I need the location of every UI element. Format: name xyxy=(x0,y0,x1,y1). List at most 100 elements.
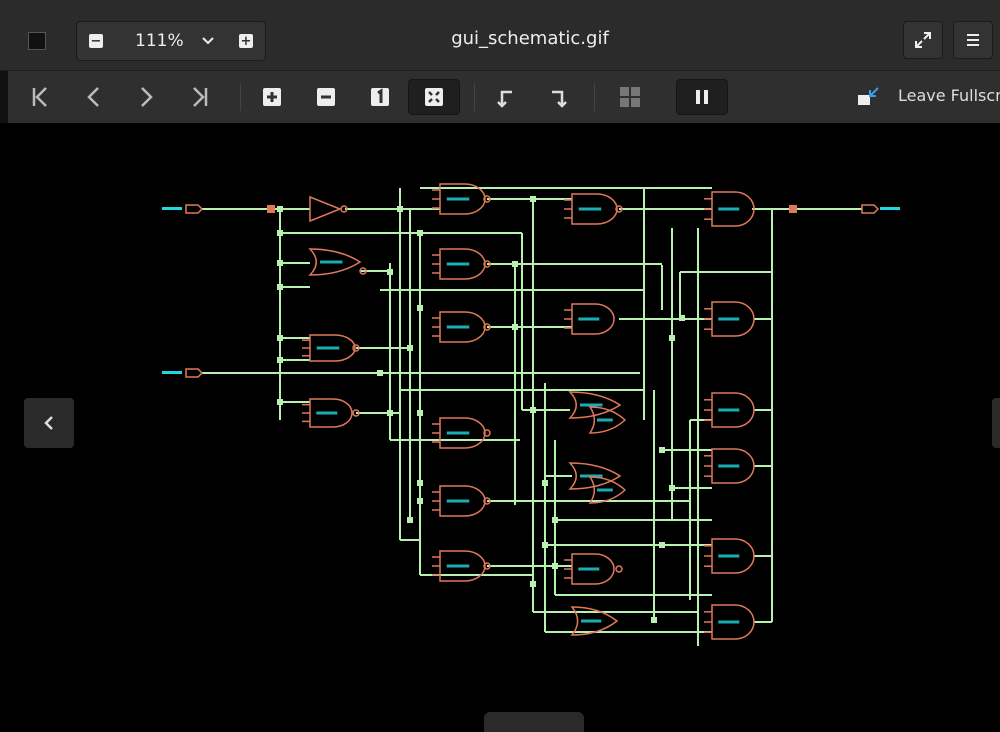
zoom-out-button[interactable]: − xyxy=(77,22,115,60)
junction-dot xyxy=(387,269,393,275)
toolbar-separator xyxy=(474,83,475,111)
next-image-overlay-button[interactable] xyxy=(992,398,1000,448)
junction-dot xyxy=(407,345,413,351)
previous-image-icon xyxy=(87,87,99,107)
junction-dot xyxy=(512,324,518,330)
bottom-overlay-controls[interactable] xyxy=(484,712,584,732)
junction-dot xyxy=(377,370,383,376)
gate-label xyxy=(316,411,338,415)
pin-marker xyxy=(267,205,275,213)
gate-label xyxy=(597,418,613,422)
junction-dot xyxy=(417,230,423,236)
gate-label xyxy=(446,431,470,435)
pause-slideshow-button[interactable] xyxy=(676,79,728,115)
expand-arrows-icon xyxy=(915,32,931,48)
last-image-icon xyxy=(193,87,208,107)
gate-label xyxy=(446,499,470,503)
leave-fullscreen-button[interactable]: Leave Fullscr xyxy=(898,86,1000,105)
gate-label xyxy=(718,408,740,412)
rotate-right-button[interactable] xyxy=(542,79,578,115)
previous-image-button[interactable] xyxy=(76,79,112,115)
viewer-toolbar: Leave Fullscr xyxy=(8,71,1000,124)
fullscreen-button[interactable] xyxy=(903,21,943,59)
port-label xyxy=(880,207,900,210)
previous-image-overlay-button[interactable] xyxy=(24,398,74,448)
zoom-in-icon xyxy=(263,88,281,106)
junction-dot xyxy=(552,517,558,523)
junction-dot xyxy=(669,485,675,491)
rotate-left-icon xyxy=(497,90,512,108)
junction-dot xyxy=(669,335,675,341)
junction-dot xyxy=(552,563,558,569)
zoom-in-tool-button[interactable] xyxy=(254,79,290,115)
first-image-icon xyxy=(32,87,47,107)
hamburger-menu-icon xyxy=(967,34,979,46)
logic-gate xyxy=(309,195,343,223)
zoom-control: − 111% + xyxy=(76,21,266,61)
junction-dot xyxy=(659,542,665,548)
gate-label xyxy=(718,207,740,211)
junction-dot xyxy=(659,447,665,453)
junction-dot xyxy=(679,315,685,321)
rotate-right-icon xyxy=(552,90,567,108)
gate-label xyxy=(578,207,602,211)
zoom-out-tool-button[interactable] xyxy=(308,79,344,115)
io-port xyxy=(861,204,880,214)
junction-dot xyxy=(542,480,548,486)
gate-label xyxy=(718,317,740,321)
chevron-left-icon xyxy=(44,416,53,430)
io-port xyxy=(185,204,204,214)
gate-label xyxy=(580,403,603,407)
last-image-button[interactable] xyxy=(182,79,218,115)
gate-label xyxy=(718,620,740,624)
gate-label xyxy=(581,619,602,623)
menu-button[interactable] xyxy=(953,21,993,59)
rotate-left-button[interactable] xyxy=(486,79,522,115)
window-title: gui_schematic.gif xyxy=(451,28,609,49)
best-fit-icon xyxy=(425,88,443,106)
pin-marker xyxy=(789,205,797,213)
junction-dot xyxy=(651,617,657,623)
gate-bubble xyxy=(615,565,623,573)
zoom-out-icon xyxy=(317,88,335,106)
gate-label xyxy=(446,325,470,329)
gallery-icon xyxy=(620,87,640,107)
io-port xyxy=(185,368,204,378)
junction-dot xyxy=(530,407,536,413)
normal-size-icon xyxy=(371,88,389,106)
gate-label xyxy=(320,260,343,264)
best-fit-button[interactable] xyxy=(408,79,460,115)
minus-square-icon: − xyxy=(89,33,103,49)
gate-label xyxy=(578,317,600,321)
gate-label xyxy=(718,554,740,558)
junction-dot xyxy=(530,581,536,587)
junction-dot xyxy=(542,542,548,548)
pause-slideshow-icon xyxy=(696,90,708,104)
gate-label xyxy=(578,567,600,571)
chevron-down-icon[interactable] xyxy=(197,22,219,60)
gallery-button[interactable] xyxy=(612,79,648,115)
app-icon xyxy=(28,32,46,50)
leave-fullscreen-icon[interactable] xyxy=(856,85,880,109)
zoom-in-button[interactable]: + xyxy=(227,22,265,60)
junction-dot xyxy=(407,517,413,523)
junction-dot xyxy=(417,498,423,504)
junction-dot xyxy=(512,261,518,267)
port-label xyxy=(162,207,182,210)
junction-dot xyxy=(397,206,403,212)
gate-label xyxy=(446,197,470,201)
junction-dot xyxy=(417,410,423,416)
gate-label xyxy=(718,464,740,468)
next-image-button[interactable] xyxy=(128,79,164,115)
first-image-button[interactable] xyxy=(22,79,58,115)
gate-label xyxy=(446,564,470,568)
junction-dot xyxy=(387,410,393,416)
port-label xyxy=(162,371,182,374)
toolbar-separator xyxy=(240,83,241,111)
junction-dot xyxy=(530,196,536,202)
next-image-icon xyxy=(141,87,153,107)
gate-label xyxy=(597,488,613,492)
normal-size-button[interactable] xyxy=(362,79,398,115)
toolbar-separator xyxy=(594,83,595,111)
gate-label xyxy=(316,346,340,350)
